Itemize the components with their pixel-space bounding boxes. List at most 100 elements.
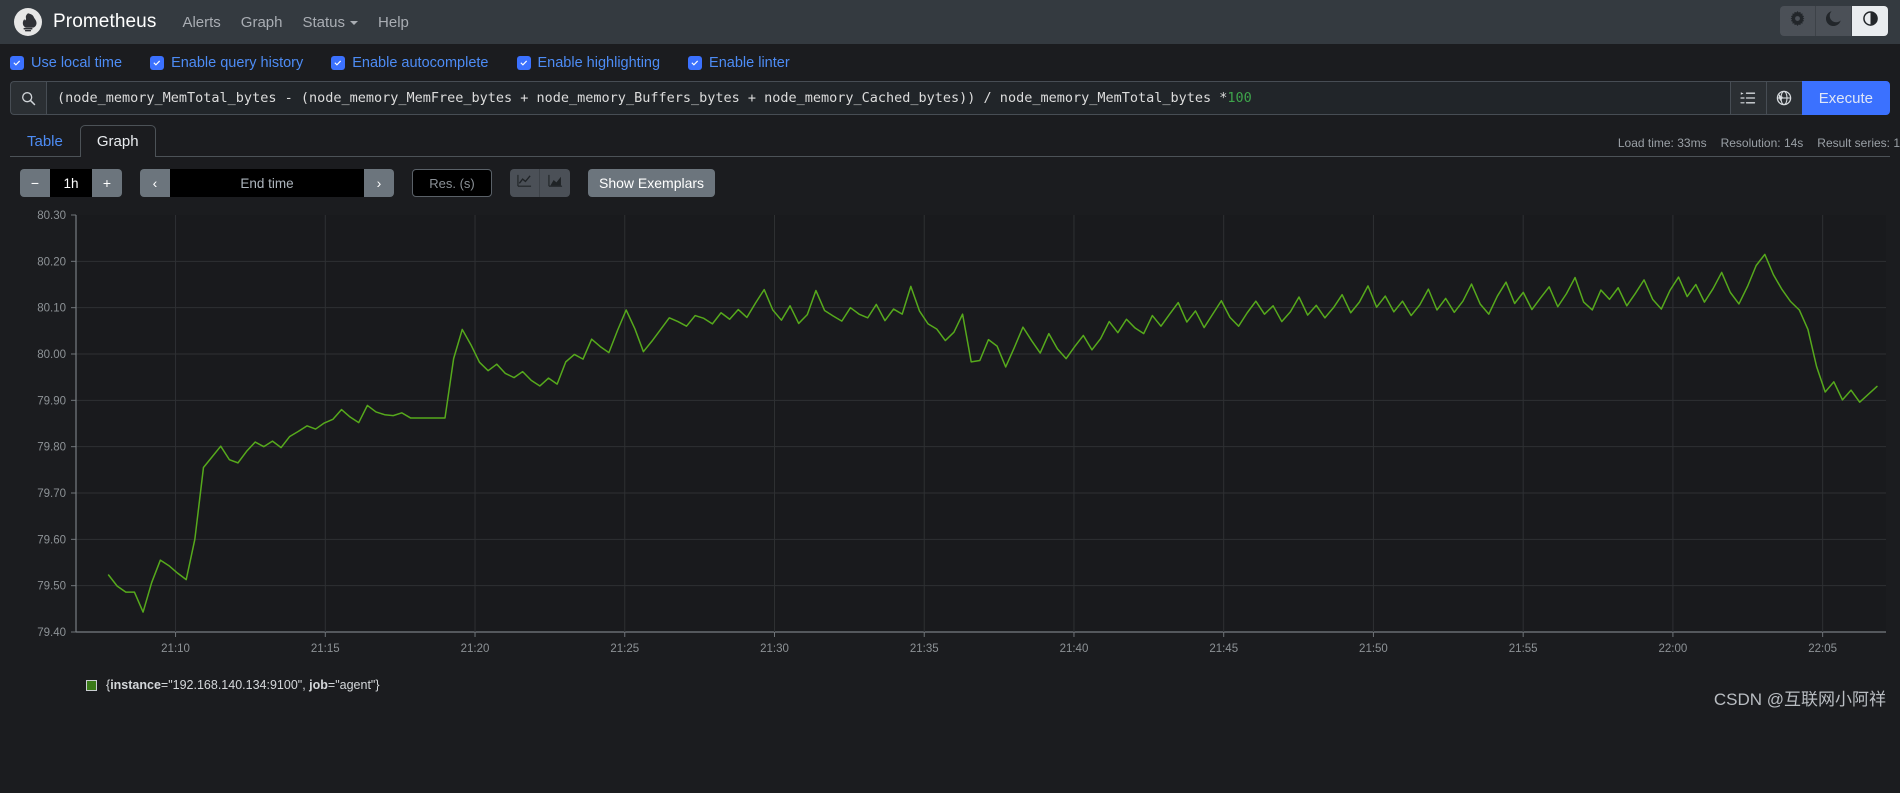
option-enable-linter[interactable]: Enable linter (688, 55, 790, 71)
svg-text:22:00: 22:00 (1659, 643, 1688, 655)
nav-links: Alerts Graph Status Help (182, 14, 408, 31)
checkbox-checked-icon[interactable] (331, 55, 346, 70)
option-enable-autocomplete-label: Enable autocomplete (352, 54, 489, 71)
svg-text:22:05: 22:05 (1808, 643, 1837, 655)
chevron-down-icon (350, 21, 359, 25)
svg-text:21:15: 21:15 (311, 643, 340, 655)
svg-text:21:10: 21:10 (161, 643, 190, 655)
result-tabs: Table Graph Load time: 33ms Resolution: … (0, 115, 1900, 157)
contrast-auto-icon (1862, 11, 1878, 31)
nav-link-status[interactable]: Status (303, 14, 359, 31)
query-bar: (node_memory_MemTotal_bytes - (node_memo… (0, 81, 1900, 115)
svg-text:21:55: 21:55 (1509, 643, 1538, 655)
nav-link-help[interactable]: Help (378, 14, 409, 31)
tab-graph[interactable]: Graph (79, 125, 156, 157)
watermark: CSDN @互联网小阿祥 (1713, 690, 1886, 709)
nav-link-alerts-label: Alerts (182, 13, 221, 31)
chart-legend: {instance="192.168.140.134:9100", job="a… (10, 672, 1890, 692)
query-meta: Load time: 33ms Resolution: 14s Result s… (1618, 136, 1900, 150)
query-expression-input[interactable]: (node_memory_MemTotal_bytes - (node_memo… (46, 81, 1730, 115)
svg-text:21:20: 21:20 (461, 643, 490, 655)
time-series-chart[interactable]: 79.40 79.50 79.60 79.70 79.80 79.90 80.00 80.10… (10, 207, 1890, 672)
brand-name: Prometheus (53, 11, 157, 32)
end-time-next-button[interactable]: › (364, 169, 394, 197)
svg-text:79.90: 79.90 (37, 395, 66, 407)
svg-text:21:40: 21:40 (1060, 643, 1089, 655)
svg-text:80.10: 80.10 (37, 303, 66, 315)
range-increase-button[interactable]: + (92, 169, 122, 197)
navbar: Prometheus Alerts Graph Status Help (0, 0, 1900, 44)
graph-panel: 79.40 79.50 79.60 79.70 79.80 79.90 80.00 80.10… (0, 207, 1900, 709)
end-time-group: ‹ End time › (140, 169, 394, 197)
stacked-chart-button[interactable] (540, 169, 570, 197)
theme-toggle-group (1780, 6, 1888, 36)
end-time-input[interactable]: End time (170, 169, 364, 197)
resolution-input[interactable]: Res. (s) (412, 169, 492, 197)
option-enable-query-history-label: Enable query history (171, 54, 304, 71)
checkbox-checked-icon[interactable] (150, 55, 165, 70)
end-time-prev-button[interactable]: ‹ (140, 169, 170, 197)
option-enable-highlighting[interactable]: Enable highlighting (516, 54, 661, 71)
range-decrease-button[interactable]: − (20, 169, 50, 197)
option-enable-highlighting-label: Enable highlighting (537, 54, 661, 71)
metrics-explorer-icon[interactable] (1729, 81, 1766, 115)
nav-link-graph-label: Graph (240, 13, 283, 31)
execute-button[interactable]: Execute (1801, 81, 1890, 115)
svg-text:21:45: 21:45 (1209, 643, 1238, 655)
execute-button-label: Execute (1818, 89, 1873, 107)
result-series: Result series: 1 (1817, 136, 1900, 150)
svg-text:79.50: 79.50 (37, 581, 66, 593)
show-exemplars-button[interactable]: Show Exemplars (588, 169, 716, 197)
range-input[interactable]: 1h (50, 169, 92, 197)
option-use-local-time[interactable]: Use local time (10, 55, 122, 71)
option-enable-linter-label: Enable linter (709, 54, 790, 71)
theme-dark-button[interactable] (1816, 6, 1852, 36)
query-expression-text: (node_memory_MemTotal_bytes - (node_memo… (57, 90, 1228, 106)
svg-text:79.80: 79.80 (37, 442, 66, 454)
legend-series-label[interactable]: {instance="192.168.140.134:9100", job="a… (106, 678, 380, 692)
nav-link-status-label: Status (302, 13, 346, 31)
theme-light-button[interactable] (1780, 6, 1816, 36)
resolution: Resolution: 14s (1720, 136, 1804, 150)
moon-icon (1825, 11, 1841, 31)
brand[interactable]: Prometheus (14, 8, 156, 36)
svg-text:79.40: 79.40 (37, 627, 66, 639)
checkbox-checked-icon[interactable] (516, 55, 531, 70)
show-exemplars-label: Show Exemplars (599, 175, 705, 191)
nav-link-graph[interactable]: Graph (241, 14, 283, 31)
legend-color-swatch[interactable] (86, 679, 97, 691)
end-time-placeholder: End time (240, 175, 294, 191)
range-decrease-label: − (30, 175, 40, 191)
theme-auto-button[interactable] (1852, 6, 1888, 36)
chevron-right-icon: › (376, 175, 382, 191)
svg-text:21:30: 21:30 (760, 643, 789, 655)
svg-text:80.00: 80.00 (37, 349, 66, 361)
prometheus-torch-logo-icon (14, 8, 42, 36)
chevron-left-icon: ‹ (152, 175, 158, 191)
tab-graph-label: Graph (96, 133, 139, 150)
nav-link-alerts[interactable]: Alerts (182, 14, 220, 31)
line-chart-icon (517, 173, 532, 193)
line-chart-button[interactable] (510, 169, 540, 197)
svg-text:21:50: 21:50 (1359, 643, 1388, 655)
nav-link-help-label: Help (378, 13, 409, 31)
svg-text:80.30: 80.30 (37, 210, 66, 222)
search-icon[interactable] (10, 81, 46, 115)
option-enable-autocomplete[interactable]: Enable autocomplete (331, 54, 489, 71)
tab-table[interactable]: Table (10, 125, 80, 157)
checkbox-checked-icon[interactable] (10, 55, 24, 70)
svg-text:80.20: 80.20 (37, 256, 66, 268)
chart-type-group (510, 169, 570, 197)
option-enable-query-history[interactable]: Enable query history (150, 55, 303, 71)
tab-table-label: Table (27, 133, 63, 150)
globe-icon[interactable] (1765, 81, 1802, 115)
checkbox-checked-icon[interactable] (688, 55, 703, 70)
resolution-placeholder: Res. (s) (429, 175, 475, 191)
range-value: 1h (63, 175, 79, 191)
svg-text:79.60: 79.60 (37, 534, 66, 546)
load-time: Load time: 33ms (1617, 136, 1707, 150)
query-expression-number: 100 (1227, 90, 1252, 106)
stacked-area-chart-icon (547, 173, 563, 193)
range-stepper: − 1h + (20, 169, 122, 197)
svg-text:21:35: 21:35 (910, 643, 939, 655)
